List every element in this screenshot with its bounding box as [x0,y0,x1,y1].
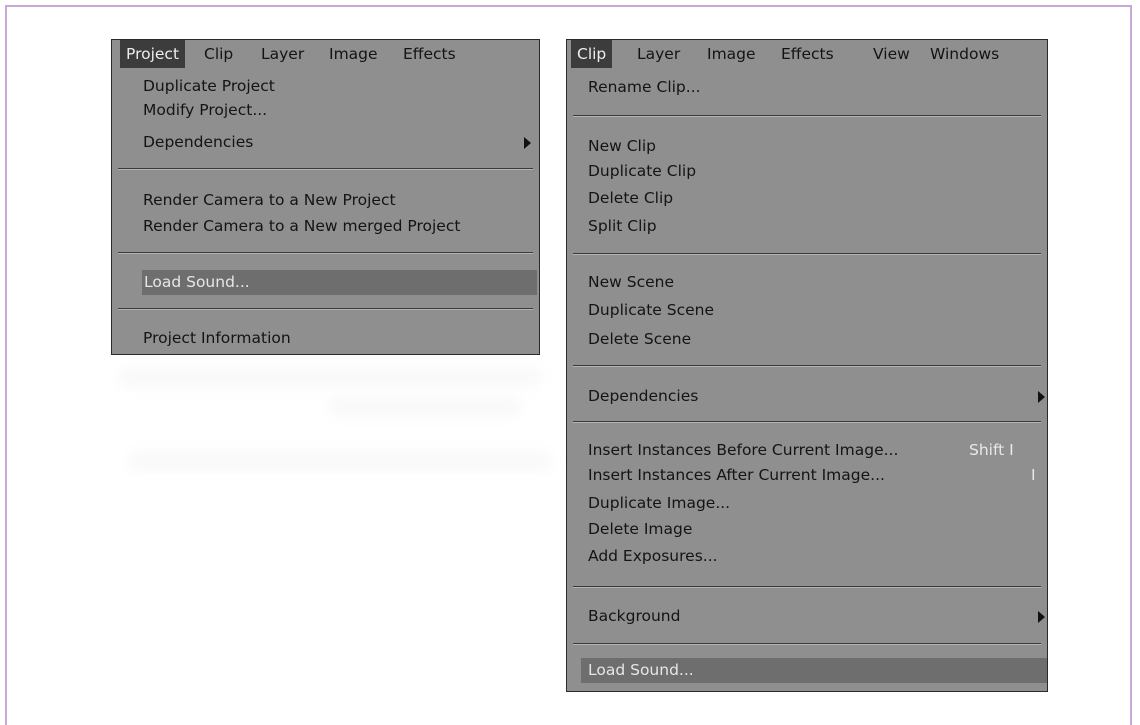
menu-item-label: Duplicate Clip [588,162,697,180]
menu-separator [573,643,1041,645]
menu-item-delete-clip[interactable]: Delete Clip [567,186,1047,211]
menu-item-label: Render Camera to a New merged Project [143,217,461,235]
menu-item-duplicate-scene[interactable]: Duplicate Scene [567,298,1047,323]
menu-item-render-camera-new-project[interactable]: Render Camera to a New Project [112,188,539,213]
menubar-effects[interactable]: Effects [397,40,462,68]
faded-background-text [130,452,550,470]
menu-item-label: Background [588,607,681,625]
menu-item-label: Modify Project... [143,101,268,119]
menu-item-label: Delete Scene [588,330,692,348]
menu-item-label: Add Exposures... [588,547,718,565]
menu-item-label: Delete Clip [588,189,674,207]
menu-separator [118,252,533,254]
menu-item-split-clip[interactable]: Split Clip [567,214,1047,239]
submenu-arrow-icon [1038,611,1045,623]
menubar-image[interactable]: Image [323,40,384,68]
menu-item-delete-scene[interactable]: Delete Scene [567,327,1047,352]
menu-item-delete-image[interactable]: Delete Image [567,517,1047,542]
menu-item-label: Load Sound... [588,661,694,679]
menu-item-new-scene[interactable]: New Scene [567,270,1047,295]
submenu-arrow-icon [524,137,531,149]
menu-item-render-camera-merged-project[interactable]: Render Camera to a New merged Project [112,214,539,239]
menu-item-shortcut: I [1031,466,1036,484]
menubar-project[interactable]: Project [120,40,186,68]
menu-separator [573,253,1041,255]
menu-item-label: Insert Instances After Current Image... [588,466,885,484]
menubar-effects[interactable]: Effects [775,40,840,68]
submenu-arrow-icon [1038,391,1045,403]
menu-separator [118,308,533,310]
menubar-layer[interactable]: Layer [631,40,686,68]
menu-item-label: Duplicate Scene [588,301,715,319]
menu-item-load-sound[interactable]: Load Sound... [142,270,537,295]
menu-item-dependencies[interactable]: Dependencies [112,130,539,155]
menu-item-new-clip[interactable]: New Clip [567,134,1047,159]
menu-separator [573,421,1041,423]
menubar-layer[interactable]: Layer [255,40,310,68]
menu-item-label: Duplicate Image... [588,494,731,512]
menu-item-label: Project Information [143,329,291,347]
menu-item-label: Delete Image [588,520,693,538]
menu-item-label: Load Sound... [144,273,250,291]
menu-item-background[interactable]: Background [567,604,1047,629]
faded-background-text [330,398,520,416]
menu-item-project-information[interactable]: Project Information [112,326,539,351]
faded-background-text [120,368,540,386]
menubar-windows[interactable]: Windows [924,40,1005,68]
menu-separator [573,365,1041,367]
menu-item-insert-instances-after[interactable]: Insert Instances After Current Image... … [567,463,1047,488]
menu-item-label: Split Clip [588,217,657,235]
menu-item-label: Insert Instances Before Current Image... [588,441,899,459]
menu-item-label: Duplicate Project [143,77,275,95]
menu-item-duplicate-image[interactable]: Duplicate Image... [567,491,1047,516]
menu-item-duplicate-clip[interactable]: Duplicate Clip [567,159,1047,184]
menu-separator [573,115,1041,117]
menu-item-load-sound[interactable]: Load Sound... [581,658,1047,683]
menubar-view[interactable]: View [867,40,916,68]
menu-item-add-exposures[interactable]: Add Exposures... [567,544,1047,569]
menu-item-label: Dependencies [143,133,254,151]
menu-item-label: Render Camera to a New Project [143,191,396,209]
menu-item-dependencies[interactable]: Dependencies [567,384,1047,409]
menubar-left: Project Clip Layer Image Effects [112,40,539,68]
menubar-image[interactable]: Image [701,40,762,68]
menu-item-rename-clip[interactable]: Rename Clip... [567,75,1047,100]
menu-item-shortcut: Shift I [969,441,1014,459]
menu-item-label: Rename Clip... [588,78,701,96]
clip-menu-panel: Clip Layer Image Effects View Windows Re… [566,39,1048,692]
menu-separator [573,586,1041,588]
menubar-right: Clip Layer Image Effects View Windows [567,40,1047,68]
menubar-clip[interactable]: Clip [198,40,239,68]
menu-item-duplicate-project[interactable]: Duplicate Project [112,74,539,99]
project-menu-panel: Project Clip Layer Image Effects Duplica… [111,39,540,355]
menu-separator [118,168,533,170]
menu-item-label: Dependencies [588,387,699,405]
menu-item-label: New Clip [588,137,657,155]
menu-item-insert-instances-before[interactable]: Insert Instances Before Current Image...… [567,438,1047,463]
menubar-clip[interactable]: Clip [571,40,613,68]
menu-item-label: New Scene [588,273,674,291]
menu-item-modify-project[interactable]: Modify Project... [112,98,539,123]
